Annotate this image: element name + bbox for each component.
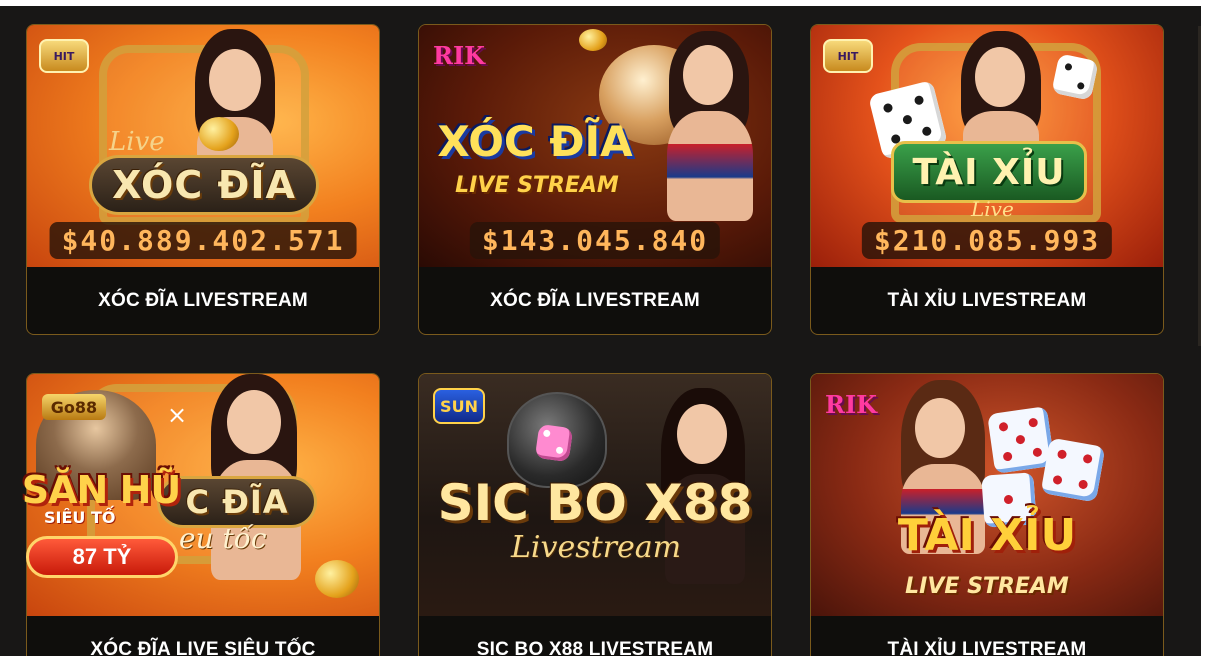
game-thumbnail[interactable]: HIT Live XÓC ĐĨA $40.889.402.571 <box>27 25 379 267</box>
promo-provider-badge: Go88 <box>42 394 106 420</box>
coin-icon <box>315 560 359 598</box>
art-title-plaque: TÀI XỈU <box>891 141 1087 203</box>
provider-logo: HIT <box>39 39 89 73</box>
dice-icon <box>1040 437 1106 503</box>
art-script-text: Livestream <box>511 530 682 565</box>
game-thumbnail[interactable]: SUN SIC BO X88 Livestream <box>419 374 771 616</box>
provider-logo: HIT <box>823 39 873 73</box>
close-icon[interactable]: × <box>164 402 190 428</box>
art-title-plaque: XÓC ĐĨA <box>89 155 319 215</box>
provider-logo: RIK <box>825 390 878 419</box>
jackpot-amount: $210.085.993 <box>861 222 1113 259</box>
game-card-sic-bo-x88[interactable]: SUN SIC BO X88 Livestream SIC BO X88 LIV… <box>418 373 772 656</box>
game-title[interactable]: XÓC ĐĨA LIVESTREAM <box>419 267 771 334</box>
provider-logo: RIK <box>433 41 486 70</box>
jackpot-amount: $143.045.840 <box>469 222 721 259</box>
promo-title: SĂN HŨ <box>21 468 181 512</box>
art-subtitle: LIVE STREAM <box>905 574 1069 599</box>
art-title: TÀI XỈU <box>897 510 1077 561</box>
game-thumbnail[interactable]: RIK TÀI XỈU LIVE STREAM <box>811 374 1163 616</box>
art-subtitle: LIVE STREAM <box>455 173 619 198</box>
game-thumbnail[interactable]: HIT TÀI XỈU Live $210.085.993 <box>811 25 1163 267</box>
art-title: SIC BO X88 <box>437 474 753 532</box>
jackpot-amount: $40.889.402.571 <box>49 222 357 259</box>
coin-icon <box>579 29 607 51</box>
game-card-tai-xiu-hit[interactable]: HIT TÀI XỈU Live $210.085.993 TÀI XỈU LI… <box>810 24 1164 335</box>
coin-icon <box>199 117 239 151</box>
art-script-text: Live <box>971 197 1014 221</box>
promo-subtitle: SIÊU TỐ <box>44 508 116 527</box>
art-title: TÀI XỈU <box>912 151 1066 193</box>
art-script-text: Live <box>109 127 165 157</box>
game-grid: HIT Live XÓC ĐĨA $40.889.402.571 XÓC ĐĨA… <box>26 24 1164 656</box>
game-title[interactable]: TÀI XỈU LIVESTREAM <box>811 616 1163 656</box>
game-title[interactable]: XÓC ĐĨA LIVESTREAM <box>27 267 379 334</box>
game-title[interactable]: SIC BO X88 LIVESTREAM <box>419 616 771 656</box>
game-card-tai-xiu-rik[interactable]: RIK TÀI XỈU LIVE STREAM TÀI XỈU LIVESTRE… <box>810 373 1164 656</box>
dice-icon <box>534 423 574 463</box>
art-title: C ĐĨA <box>185 483 289 521</box>
game-title[interactable]: TÀI XỈU LIVESTREAM <box>811 267 1163 334</box>
art-title: XÓC ĐĨA <box>112 163 296 207</box>
game-card-xoc-dia-rik[interactable]: RIK XÓC ĐĨA LIVE STREAM $143.045.840 XÓC… <box>418 24 772 335</box>
art-title: XÓC ĐĨA <box>437 117 633 166</box>
provider-logo: SUN <box>433 388 485 424</box>
promo-amount-button[interactable]: 87 TỶ <box>26 536 178 578</box>
game-thumbnail[interactable]: RIK XÓC ĐĨA LIVE STREAM $143.045.840 <box>419 25 771 267</box>
game-title[interactable]: XÓC ĐĨA LIVE SIÊU TỐC <box>27 616 379 656</box>
game-card-xoc-dia-hit[interactable]: HIT Live XÓC ĐĨA $40.889.402.571 XÓC ĐĨA… <box>26 24 380 335</box>
